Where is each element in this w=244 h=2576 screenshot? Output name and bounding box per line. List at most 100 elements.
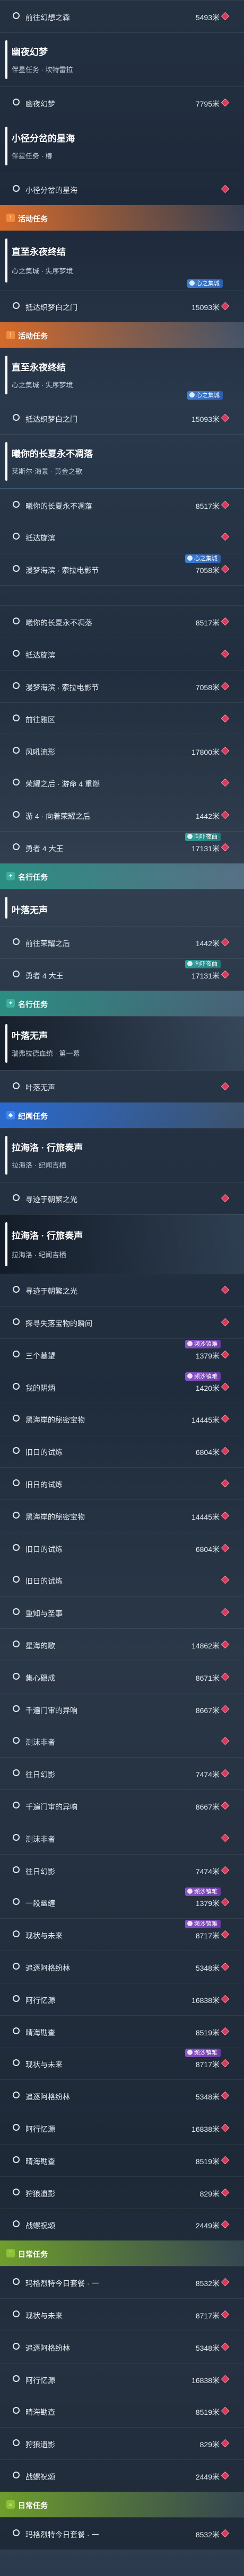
- objective-row[interactable]: 往日幻影 7474米: [0, 1757, 244, 1789]
- quest-header[interactable]: 曦你的长夏永不凋落 莱斯尔·海景 · 黄金之歌: [0, 434, 244, 488]
- map-pin-icon[interactable]: [221, 2342, 230, 2351]
- map-pin-icon[interactable]: [221, 2059, 230, 2068]
- map-pin-icon[interactable]: [221, 1898, 230, 1907]
- map-pin-icon[interactable]: [221, 1414, 230, 1423]
- objective-row[interactable]: 旧日的试炼 6804米: [0, 1435, 244, 1467]
- objective-row[interactable]: 狩狼遗影 829米: [0, 2176, 244, 2209]
- objective-row[interactable]: 战螺祝颂 2449米: [0, 2208, 244, 2240]
- map-pin-icon[interactable]: [221, 649, 230, 658]
- category-header[interactable]: ✦ 名行任务: [0, 863, 244, 889]
- map-pin-icon[interactable]: [221, 938, 230, 947]
- map-pin-icon[interactable]: [221, 2123, 230, 2132]
- map-pin-icon[interactable]: [221, 843, 230, 852]
- map-pin-icon[interactable]: [221, 1672, 230, 1681]
- objective-row[interactable]: 旧日的试炼 6804米: [0, 1532, 244, 1564]
- objective-row[interactable]: 漫梦海滨 · 索拉电影节 7058米 心之集城: [0, 553, 244, 585]
- map-pin-icon[interactable]: [221, 2406, 230, 2415]
- objective-row[interactable]: 追逐阿格纷林 5348米: [0, 2079, 244, 2112]
- objective-row[interactable]: 现状与未来 8717米 频沙镇难: [0, 1918, 244, 1951]
- map-pin-icon[interactable]: [221, 2310, 230, 2319]
- map-pin-icon[interactable]: [221, 500, 230, 509]
- objective-row[interactable]: 往日幻影 7474米: [0, 1854, 244, 1886]
- map-pin-icon[interactable]: [221, 2220, 230, 2229]
- map-pin-icon[interactable]: [221, 746, 230, 755]
- map-pin-icon[interactable]: [221, 1318, 230, 1327]
- objective-row[interactable]: 黑海岸的秘密宝物 14445米: [0, 1402, 244, 1435]
- map-pin-icon[interactable]: [221, 2027, 230, 2036]
- objective-row[interactable]: 晴海勘查 8519米: [0, 2015, 244, 2048]
- map-pin-icon[interactable]: [221, 1801, 230, 1810]
- category-header[interactable]: ≡ 日常任务: [0, 2492, 244, 2517]
- objective-row[interactable]: 黑海岸的秘密宝物 14445米: [0, 1499, 244, 1532]
- objective-row[interactable]: 阿行忆源 16838米: [0, 2363, 244, 2395]
- quest-header[interactable]: 拉海洛 · 行旅奏声 拉海洛 · 纪闻吉栖: [0, 1214, 244, 1274]
- objective-row[interactable]: 勇者 4 大王 17131米 向吓夜曲: [0, 958, 244, 991]
- map-pin-icon[interactable]: [221, 1285, 230, 1294]
- map-pin-icon[interactable]: [221, 2471, 230, 2480]
- quest-header[interactable]: 拉海洛 · 行旅奏声 拉海洛 · 纪闻吉栖: [0, 1128, 244, 1182]
- objective-row[interactable]: 抵达旋滨: [0, 638, 244, 670]
- map-pin-icon[interactable]: [221, 682, 230, 691]
- map-pin-icon[interactable]: [221, 810, 230, 819]
- quest-header[interactable]: 小径分岔的星海 伴星任务 · 椿: [0, 119, 244, 173]
- objective-row[interactable]: 探寻失落宝物的瞬间: [0, 1306, 244, 1338]
- objective-row[interactable]: 旧日的试炼: [0, 1467, 244, 1499]
- map-pin-icon[interactable]: [221, 1705, 230, 1714]
- map-pin-icon[interactable]: [221, 1608, 230, 1617]
- map-pin-icon[interactable]: [221, 2188, 230, 2197]
- objective-row[interactable]: 集心碾成 8671米: [0, 1661, 244, 1693]
- map-pin-icon[interactable]: [221, 2091, 230, 2100]
- objective-row[interactable]: 勇者 4 大王 17131米 向吓夜曲: [0, 831, 244, 863]
- objective-row[interactable]: 曦你的长夏永不凋落 8517米: [0, 489, 244, 521]
- objective-row[interactable]: 风吼流形 17800米: [0, 735, 244, 767]
- objective-row[interactable]: 现状与未来 8717米 频沙镇难: [0, 2047, 244, 2079]
- category-header[interactable]: ◆ 纪闻任务: [0, 1102, 244, 1128]
- map-pin-icon[interactable]: [221, 1082, 230, 1091]
- map-pin-icon[interactable]: [221, 1962, 230, 1971]
- objective-row[interactable]: 晴海勘查 8519米: [0, 2395, 244, 2427]
- objective-row[interactable]: 我的阴炳 1420米 频沙镇难: [0, 1371, 244, 1403]
- category-header[interactable]: ! 活动任务: [0, 322, 244, 348]
- objective-row[interactable]: 玛格烈特今日套餐 · 一 8532米: [0, 2517, 244, 2549]
- category-header[interactable]: ✦ 名行任务: [0, 991, 244, 1016]
- objective-row[interactable]: 星海的歌 14862米: [0, 1628, 244, 1661]
- objective-row[interactable]: 阿行忆源 16838米: [0, 2112, 244, 2144]
- objective-row[interactable]: 抵达旋滨: [0, 521, 244, 553]
- quest-header[interactable]: [0, 585, 244, 605]
- quest-header[interactable]: 直至永夜终结 心之集城 · 失序梦境 心之集城: [0, 231, 244, 290]
- map-pin-icon[interactable]: [221, 970, 230, 979]
- map-pin-icon[interactable]: [221, 564, 230, 574]
- objective-row[interactable]: 幽夜幻梦 7795米: [0, 86, 244, 119]
- objective-row[interactable]: 曦你的长夏永不凋落 8517米: [0, 605, 244, 638]
- map-pin-icon[interactable]: [221, 1511, 230, 1520]
- objective-row[interactable]: 玛格烈特今日套餐 · 一 8532米: [0, 2266, 244, 2298]
- objective-row[interactable]: 测沫非者: [0, 1725, 244, 1757]
- objective-row[interactable]: 前往雅区: [0, 702, 244, 735]
- map-pin-icon[interactable]: [221, 2375, 230, 2384]
- objective-row[interactable]: 小径分岔的星海: [0, 173, 244, 205]
- objective-row[interactable]: 寻迹于朝繁之光: [0, 1274, 244, 1306]
- map-pin-icon[interactable]: [221, 617, 230, 626]
- objective-row[interactable]: 寻迹于朝繁之光: [0, 1182, 244, 1214]
- objective-row[interactable]: 战螺祝颂 2449米: [0, 2459, 244, 2492]
- objective-row[interactable]: 游 4 · 向着荣耀之后 1442米: [0, 799, 244, 831]
- map-pin-icon[interactable]: [221, 98, 230, 107]
- objective-row[interactable]: 叶落无声: [0, 1070, 244, 1102]
- quest-header[interactable]: 直至永夜终结 心之集城 · 失序梦境 心之集城: [0, 348, 244, 402]
- objective-row[interactable]: 追逐阿格纷林 5348米: [0, 1951, 244, 1983]
- objective-row[interactable]: 追逐阿格纷林 5348米: [0, 2331, 244, 2363]
- map-pin-icon[interactable]: [221, 1479, 230, 1488]
- map-pin-icon[interactable]: [221, 2156, 230, 2165]
- map-pin-icon[interactable]: [221, 2529, 230, 2538]
- map-pin-icon[interactable]: [221, 1640, 230, 1649]
- category-header[interactable]: ≡ 日常任务: [0, 2240, 244, 2266]
- map-pin-icon[interactable]: [221, 1350, 230, 1359]
- objective-row[interactable]: 千遍门审的异响 8667米: [0, 1789, 244, 1822]
- objective-row[interactable]: 抵达织梦白之门 15093米: [0, 290, 244, 322]
- objective-row[interactable]: 测沫非者: [0, 1822, 244, 1854]
- objective-row[interactable]: 旧日的试炼: [0, 1564, 244, 1596]
- objective-row[interactable]: 前往幻想之森 5493米: [0, 0, 244, 32]
- objective-row[interactable]: 重知与圣事: [0, 1596, 244, 1628]
- map-pin-icon[interactable]: [221, 1446, 230, 1455]
- map-pin-icon[interactable]: [221, 1194, 230, 1203]
